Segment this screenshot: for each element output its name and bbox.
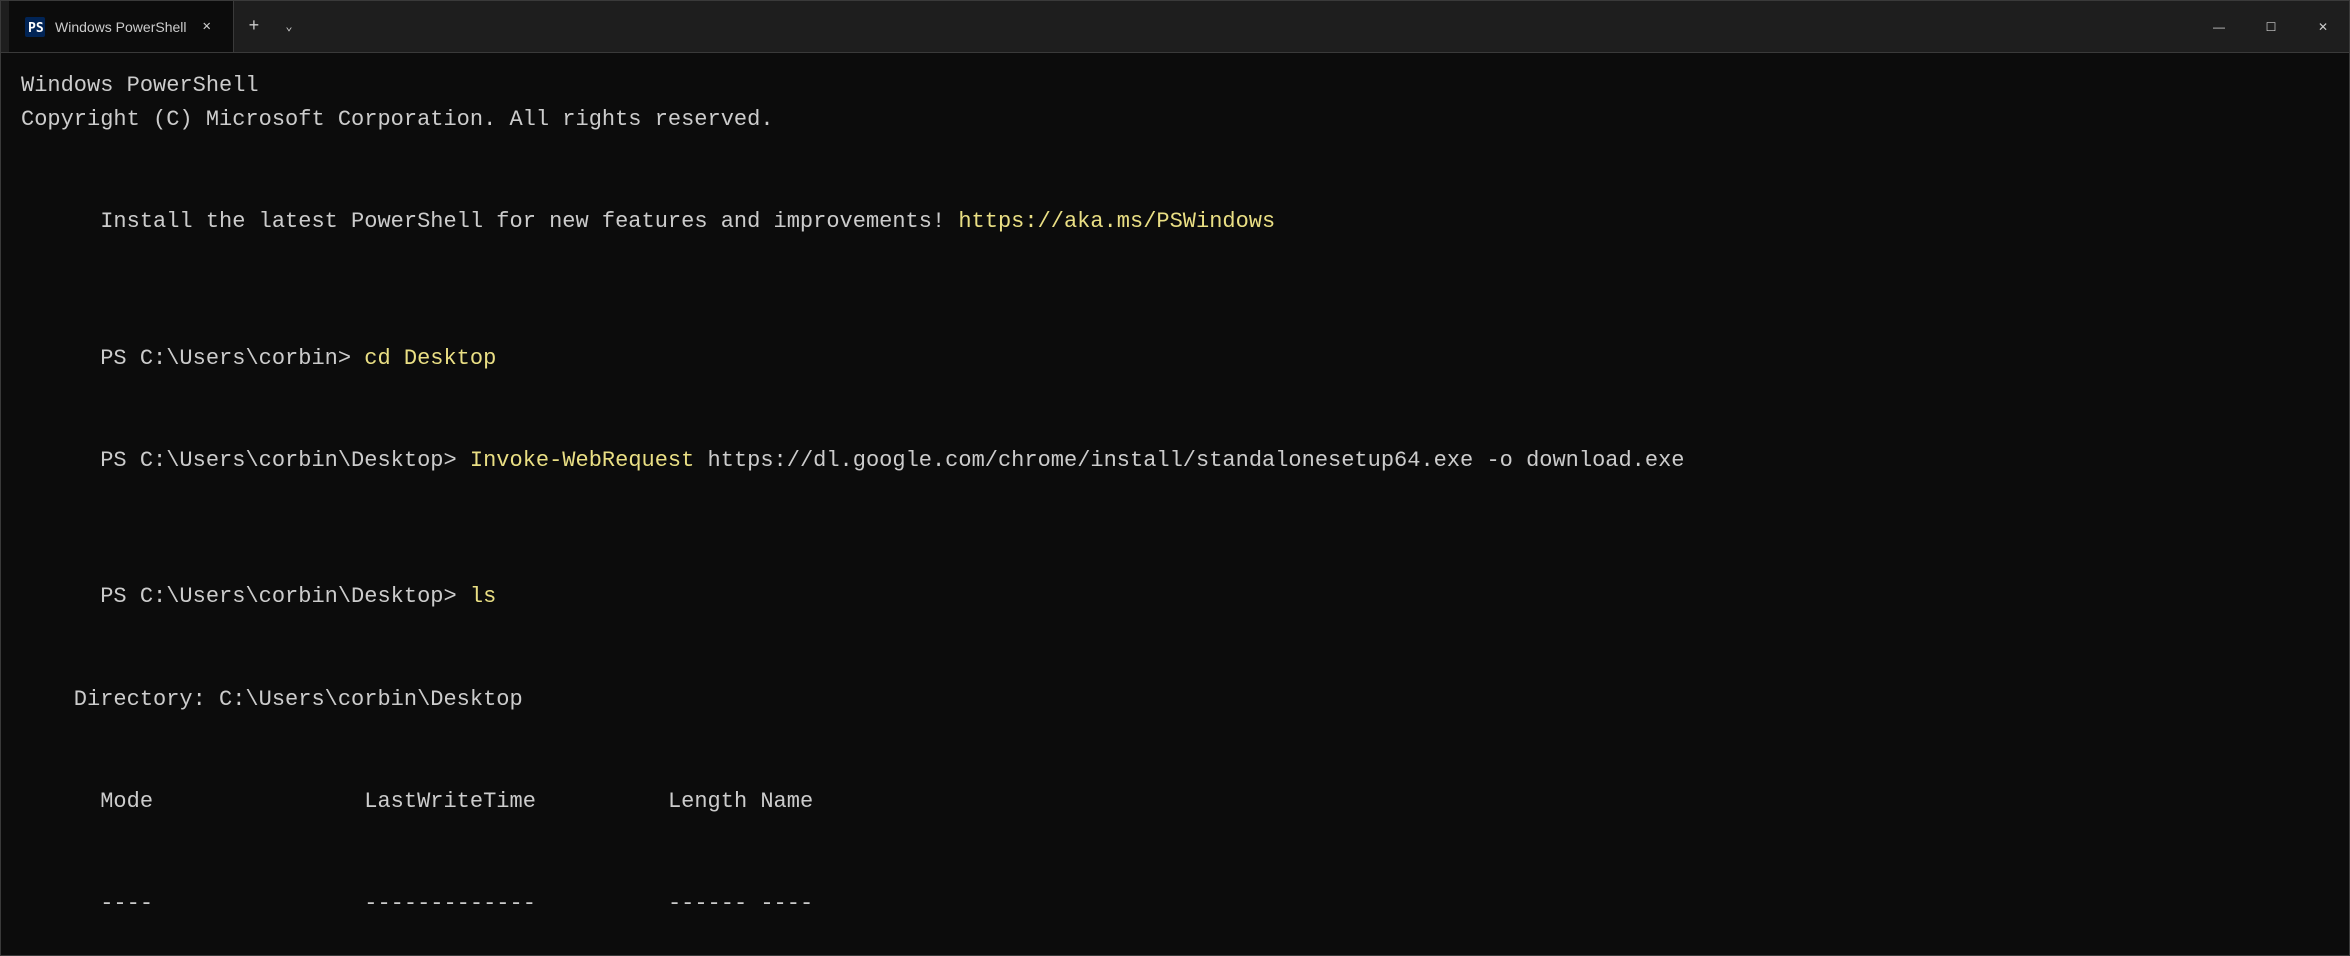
invoke-args: https://dl.google.com/chrome/install/sta… — [694, 448, 1684, 473]
install-url: https://aka.ms/PSWindows — [958, 209, 1275, 234]
col-len-spacer — [536, 789, 668, 814]
prompt-2: PS C:\Users\corbin\Desktop> — [100, 448, 470, 473]
minimize-button[interactable]: — — [2193, 1, 2245, 52]
titlebar: PS Windows PowerShell ✕ + ⌄ — ☐ ✕ — [1, 1, 2349, 53]
blank-line-5 — [21, 717, 2329, 751]
blank-line-4 — [21, 649, 2329, 683]
sep-lwt-spacer — [153, 891, 364, 916]
active-tab[interactable]: PS Windows PowerShell ✕ — [9, 1, 234, 52]
terminal-body[interactable]: Windows PowerShell Copyright (C) Microso… — [1, 53, 2349, 955]
sep-lwt: ------------- — [364, 891, 536, 916]
new-tab-button[interactable]: + — [234, 1, 274, 52]
cd-command: cd Desktop — [364, 346, 496, 371]
output-line-4: Install the latest PowerShell for new fe… — [21, 171, 2329, 273]
col-lwt: LastWriteTime — [364, 789, 536, 814]
ls-separator-line: ---- ------------- ------ ---- — [21, 853, 2329, 955]
sep-len-spacer — [536, 891, 668, 916]
ls-command-line: PS C:\Users\corbin\Desktop> ls — [21, 546, 2329, 648]
sep-len: ------ — [668, 891, 747, 916]
window-controls: — ☐ ✕ — [2193, 1, 2349, 52]
maximize-button[interactable]: ☐ — [2245, 1, 2297, 52]
sep-mode: ---- — [100, 891, 153, 916]
col-name-spacer — [747, 789, 760, 814]
sep-name: ---- — [760, 891, 813, 916]
prompt-3: PS C:\Users\corbin\Desktop> — [100, 584, 470, 609]
output-line-2: Copyright (C) Microsoft Corporation. All… — [21, 103, 2329, 137]
cd-command-line: PS C:\Users\corbin> cd Desktop — [21, 308, 2329, 410]
tab-close-button[interactable]: ✕ — [197, 16, 217, 37]
col-len: Length — [668, 789, 747, 814]
col-name: Name — [760, 789, 813, 814]
tab-title: Windows PowerShell — [55, 19, 187, 35]
ls-command: ls — [470, 584, 496, 609]
invoke-cmd: Invoke-WebRequest — [470, 448, 694, 473]
blank-line-2 — [21, 274, 2329, 308]
col-lwt-spacer — [153, 789, 364, 814]
svg-text:PS: PS — [28, 21, 44, 36]
col-mode: Mode — [100, 789, 153, 814]
tab-dropdown-button[interactable]: ⌄ — [274, 1, 304, 52]
prompt-1: PS C:\Users\corbin> — [100, 346, 364, 371]
invoke-webrequest-line: PS C:\Users\corbin\Desktop> Invoke-WebRe… — [21, 410, 2329, 512]
ls-header-line: Mode LastWriteTime Length Name — [21, 751, 2329, 853]
directory-line: Directory: C:\Users\corbin\Desktop — [21, 683, 2329, 717]
blank-line-3 — [21, 512, 2329, 546]
powershell-icon: PS — [25, 17, 45, 37]
install-text: Install the latest PowerShell for new fe… — [100, 209, 958, 234]
blank-line-1 — [21, 137, 2329, 171]
close-button[interactable]: ✕ — [2297, 1, 2349, 52]
powershell-window: PS Windows PowerShell ✕ + ⌄ — ☐ ✕ Window… — [0, 0, 2350, 956]
output-line-1: Windows PowerShell — [21, 69, 2329, 103]
sep-name-spacer — [747, 891, 760, 916]
